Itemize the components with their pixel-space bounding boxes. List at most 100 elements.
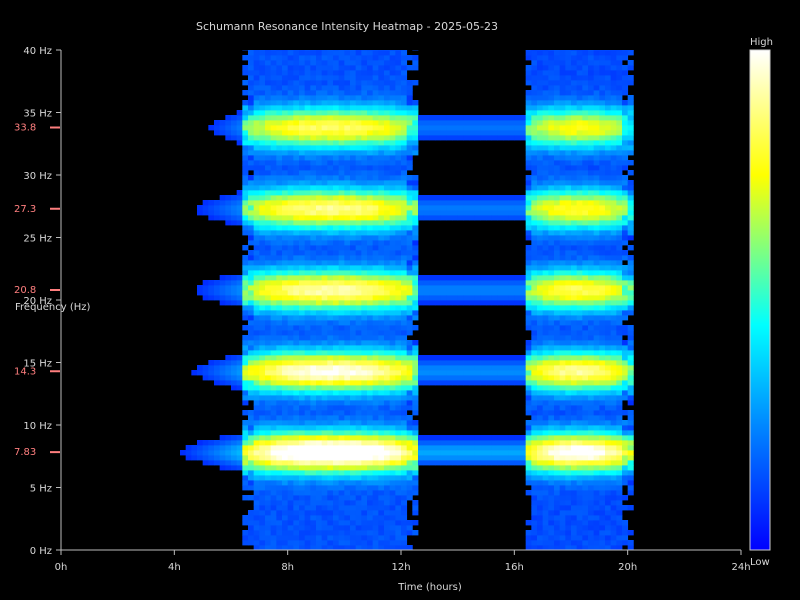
heat-cell bbox=[350, 320, 357, 326]
heat-cell bbox=[355, 135, 362, 141]
heat-cell bbox=[503, 210, 510, 216]
heat-cell bbox=[542, 160, 549, 166]
heat-cell bbox=[423, 375, 430, 381]
heat-cell bbox=[265, 80, 272, 86]
heat-cell bbox=[542, 70, 549, 76]
heat-cell bbox=[582, 335, 589, 341]
heat-cell bbox=[525, 280, 532, 286]
heat-cell bbox=[248, 80, 255, 86]
heat-cell bbox=[287, 190, 294, 196]
heat-cell bbox=[395, 155, 402, 161]
heat-cell bbox=[316, 300, 323, 306]
heat-cell bbox=[571, 95, 578, 101]
heat-cell bbox=[389, 495, 396, 501]
heat-cell bbox=[418, 275, 425, 281]
heat-cell bbox=[542, 460, 549, 466]
heat-cell bbox=[310, 140, 317, 146]
heat-cell bbox=[514, 205, 521, 211]
heat-cell bbox=[265, 505, 272, 511]
heat-cell bbox=[344, 455, 351, 461]
heat-cell bbox=[412, 65, 419, 71]
heat-cell bbox=[401, 400, 408, 406]
heat-cell bbox=[316, 465, 323, 471]
heat-cell bbox=[333, 365, 340, 371]
heat-cell bbox=[299, 225, 306, 231]
heat-cell bbox=[327, 340, 334, 346]
heat-cell bbox=[293, 295, 300, 301]
heat-cell bbox=[282, 185, 289, 191]
heat-cell bbox=[321, 405, 328, 411]
heat-cell bbox=[395, 170, 402, 176]
heat-cell bbox=[344, 540, 351, 546]
heat-cell bbox=[565, 170, 572, 176]
heat-cell bbox=[474, 135, 481, 141]
heat-cell bbox=[259, 370, 266, 376]
heat-cell bbox=[440, 215, 447, 221]
heat-cell bbox=[259, 125, 266, 131]
heat-cell bbox=[480, 450, 487, 456]
heat-cell bbox=[497, 355, 504, 361]
heat-cell bbox=[265, 195, 272, 201]
heat-cell bbox=[304, 130, 311, 136]
heat-cell bbox=[554, 185, 561, 191]
heat-cell bbox=[542, 320, 549, 326]
heat-cell bbox=[282, 405, 289, 411]
heat-cell bbox=[542, 105, 549, 111]
heat-cell bbox=[384, 275, 391, 281]
heat-cell bbox=[542, 275, 549, 281]
heat-cell bbox=[361, 500, 368, 506]
heat-cell bbox=[395, 145, 402, 151]
heat-cell bbox=[406, 245, 413, 251]
heat-cell bbox=[282, 415, 289, 421]
heat-cell bbox=[559, 75, 566, 81]
heat-cell bbox=[559, 470, 566, 476]
heat-cell bbox=[310, 165, 317, 171]
heat-cell bbox=[225, 440, 232, 446]
heat-cell bbox=[531, 75, 538, 81]
heat-cell bbox=[282, 210, 289, 216]
heat-cell bbox=[355, 375, 362, 381]
heat-cell bbox=[565, 140, 572, 146]
heat-cell bbox=[395, 165, 402, 171]
heat-cell bbox=[576, 420, 583, 426]
heat-cell bbox=[219, 120, 226, 126]
heat-cell bbox=[259, 255, 266, 261]
heat-cell bbox=[304, 135, 311, 141]
heat-cell bbox=[401, 470, 408, 476]
heat-cell bbox=[429, 435, 436, 441]
heat-cell bbox=[299, 390, 306, 396]
heat-cell bbox=[361, 130, 368, 136]
heat-cell bbox=[412, 405, 419, 411]
heat-cell bbox=[293, 80, 300, 86]
heat-cell bbox=[401, 210, 408, 216]
heat-cell bbox=[548, 175, 555, 181]
heat-cell bbox=[582, 130, 589, 136]
heat-cell bbox=[571, 350, 578, 356]
heat-cell bbox=[327, 330, 334, 336]
heat-cell bbox=[389, 270, 396, 276]
heat-cell bbox=[486, 215, 493, 221]
heat-cell bbox=[355, 380, 362, 386]
heat-cell bbox=[446, 435, 453, 441]
heat-cell bbox=[378, 255, 385, 261]
heat-cell bbox=[259, 445, 266, 451]
heat-cell bbox=[537, 370, 544, 376]
heat-cell bbox=[367, 60, 374, 66]
heat-cell bbox=[554, 520, 561, 526]
heat-cell bbox=[418, 450, 425, 456]
heat-cell bbox=[548, 220, 555, 226]
heat-cell bbox=[389, 140, 396, 146]
heat-cell bbox=[265, 170, 272, 176]
heat-cell bbox=[253, 225, 260, 231]
heat-cell bbox=[554, 350, 561, 356]
heat-cell bbox=[469, 455, 476, 461]
heat-cell bbox=[565, 200, 572, 206]
heat-cell bbox=[378, 270, 385, 276]
heat-cell bbox=[259, 240, 266, 246]
heat-cell bbox=[253, 510, 260, 516]
heat-cell bbox=[282, 435, 289, 441]
heat-cell bbox=[355, 495, 362, 501]
heat-cell bbox=[406, 295, 413, 301]
heat-cell bbox=[537, 255, 544, 261]
heat-cell bbox=[231, 215, 238, 221]
